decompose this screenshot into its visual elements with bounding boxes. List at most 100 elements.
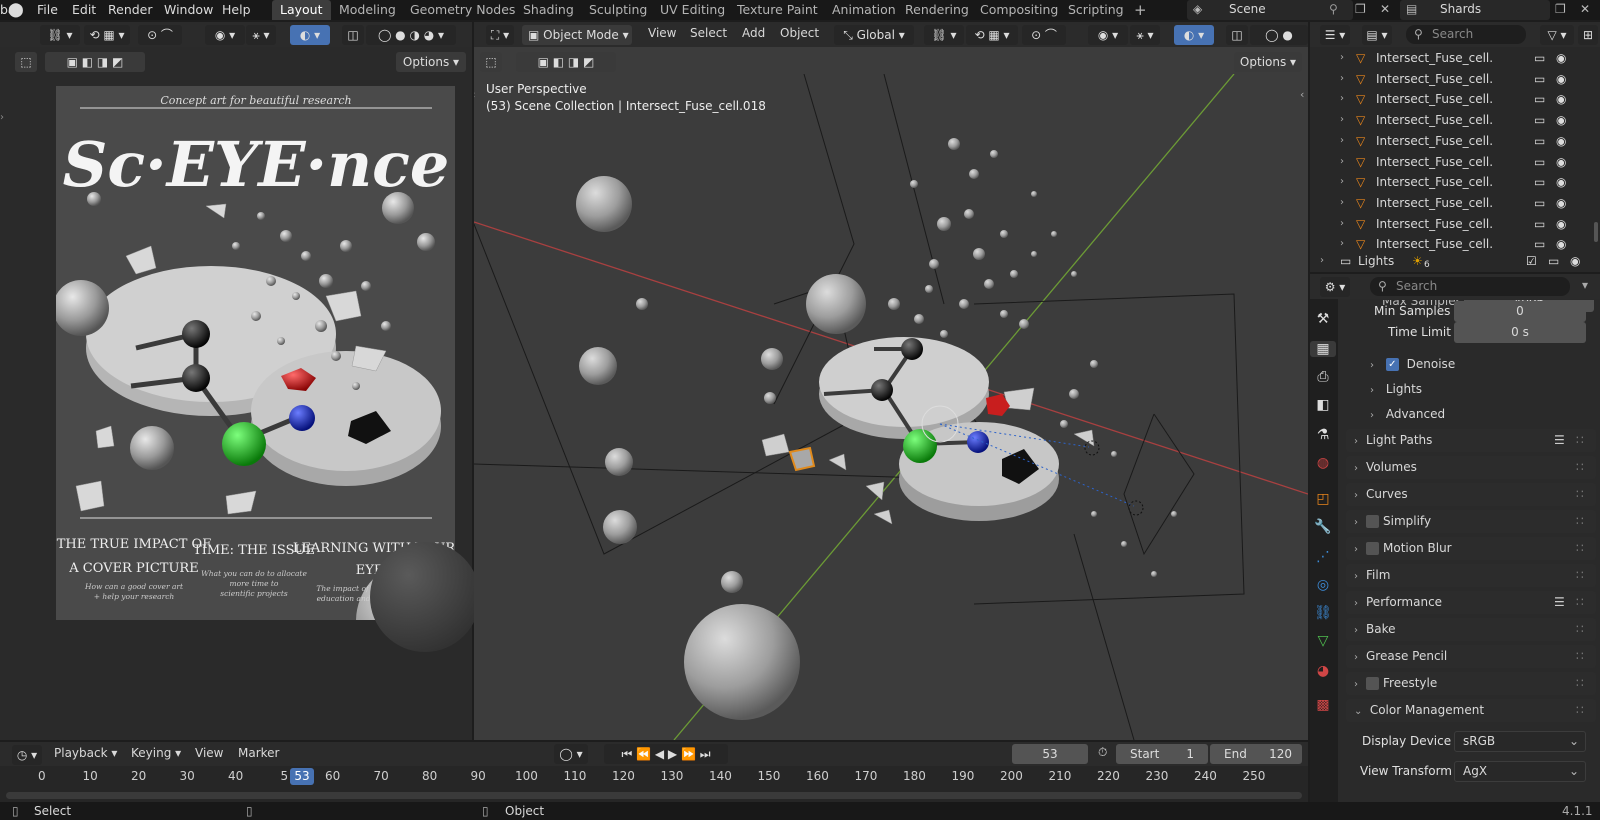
monitor-icon[interactable]: ▭ xyxy=(1548,251,1559,271)
particles-tab-icon[interactable]: ⋰ xyxy=(1310,549,1336,565)
menu-window[interactable]: Window xyxy=(164,2,213,18)
timeline-editor-type-icon[interactable]: ◷ ▾ xyxy=(12,745,42,765)
monitor-icon[interactable]: ▭ xyxy=(1534,214,1545,234)
timeline-menu-keying[interactable]: Keying ▾ xyxy=(131,746,181,760)
drag-handle-icon[interactable]: ∷ xyxy=(1576,645,1584,668)
camera-icon[interactable]: ◉ xyxy=(1556,172,1566,192)
camera-icon[interactable]: ◉ xyxy=(1556,214,1566,234)
view-layer-selector[interactable]: ▤ Shards xyxy=(1400,0,1550,20)
outliner-row[interactable]: › ▽ Intersect_Fuse_cell. ▭ ◉ xyxy=(1312,131,1598,151)
playback-controls-icons[interactable]: ⏮ ⏪ ◀ ▶ ⏩ ⏭ xyxy=(604,744,728,764)
tab-compositing[interactable]: Compositing xyxy=(980,0,1058,20)
view-layer-tab-icon[interactable]: ◧ xyxy=(1310,397,1336,413)
panel-expand-icon[interactable]: › xyxy=(1354,484,1366,507)
snap-toggle-icon[interactable]: ⟲ ▦ ▾ xyxy=(966,25,1018,45)
simplify-panel[interactable]: › Simplify ∷ xyxy=(1346,510,1596,533)
tab-sculpting[interactable]: Sculpting xyxy=(589,0,647,20)
playhead[interactable]: 53 xyxy=(290,768,314,785)
timeline-menu-playback[interactable]: Playback ▾ xyxy=(54,746,117,760)
expand-arrow-icon[interactable]: › xyxy=(1320,251,1324,271)
monitor-icon[interactable]: ▭ xyxy=(1534,152,1545,172)
display-device-select[interactable]: sRGB ⌄ xyxy=(1454,731,1586,752)
collapse-left-icon[interactable]: › xyxy=(0,112,4,123)
outliner-row[interactable]: › ▽ Intersect_Fuse_cell. ▭ ◉ xyxy=(1312,48,1598,68)
viewport-gizmo-icon[interactable]: ⚹ ▾ xyxy=(1130,25,1160,45)
viewport-menu-view[interactable]: View xyxy=(648,26,676,40)
advanced-expand-icon[interactable]: › xyxy=(1370,406,1382,426)
viewport-options-button[interactable]: Options ▾ xyxy=(1234,52,1302,72)
timeline-scrollbar[interactable] xyxy=(6,792,1302,799)
viewport-menu-add[interactable]: Add xyxy=(742,26,765,40)
output-tab-icon[interactable]: ⎙ xyxy=(1310,369,1336,385)
visibility-icon[interactable]: ◉ ▾ xyxy=(205,25,245,45)
modifier-tab-icon[interactable]: 🔧 xyxy=(1310,519,1336,535)
drag-handle-icon[interactable]: ∷ xyxy=(1576,483,1584,506)
drag-handle-icon[interactable]: ∷ xyxy=(1576,591,1584,614)
select-tool-icon[interactable]: ⬚ xyxy=(15,52,37,72)
drag-handle-icon[interactable]: ∷ xyxy=(1576,510,1584,533)
monitor-icon[interactable]: ▭ xyxy=(1534,172,1545,192)
new-scene-icon[interactable]: ❐ xyxy=(1355,2,1366,16)
panel-expand-icon[interactable]: › xyxy=(1354,592,1366,615)
camera-icon[interactable]: ◉ xyxy=(1556,48,1566,68)
toggle-xray-icon[interactable]: ◫ xyxy=(1226,25,1248,45)
expand-arrow-icon[interactable]: › xyxy=(1340,172,1344,192)
panel-expand-icon[interactable]: › xyxy=(1354,430,1366,453)
outliner-editor-type-icon[interactable]: ☰ ▾ xyxy=(1320,25,1350,45)
add-workspace-button[interactable]: + xyxy=(1134,0,1147,20)
advanced-subpanel[interactable]: › Advanced xyxy=(1370,404,1570,424)
drag-handle-icon[interactable]: ∷ xyxy=(1576,429,1584,452)
editor-type-icon[interactable]: ⛶ ▾ xyxy=(486,25,514,45)
pivot-icon[interactable]: ⊙ ⌒ xyxy=(138,25,182,45)
motion-blur-panel[interactable]: › Motion Blur ∷ xyxy=(1346,537,1596,560)
view-transform-select[interactable]: AgX ⌄ xyxy=(1454,761,1586,782)
monitor-icon[interactable]: ▭ xyxy=(1534,193,1545,213)
display-mode-icon[interactable]: ▤ ▾ xyxy=(1362,25,1392,45)
drag-handle-icon[interactable]: ∷ xyxy=(1576,618,1584,641)
expand-arrow-icon[interactable]: › xyxy=(1340,69,1344,89)
outliner-row[interactable]: › ▽ Intersect_Fuse_cell. ▭ ◉ xyxy=(1312,89,1598,109)
monitor-icon[interactable]: ▭ xyxy=(1534,110,1545,130)
camera-icon[interactable]: ◉ xyxy=(1556,193,1566,213)
render-tab-icon[interactable]: ▦ xyxy=(1310,341,1336,357)
panel-expand-icon[interactable]: › xyxy=(1354,619,1366,642)
gizmo-icon[interactable]: ⚹ ▾ xyxy=(246,25,276,45)
start-frame-field[interactable]: Start 1 xyxy=(1116,744,1208,764)
object-visibility-icon[interactable]: ◉ ▾ xyxy=(1088,25,1128,45)
scene-selector[interactable]: ◈ Scene ⚲ xyxy=(1187,0,1353,20)
menu-render[interactable]: Render xyxy=(108,2,153,18)
panel-expand-icon[interactable]: › xyxy=(1354,538,1366,561)
tab-scripting[interactable]: Scripting xyxy=(1068,0,1124,20)
xray-icon[interactable]: ◫ xyxy=(342,25,364,45)
panel-expand-icon[interactable]: › xyxy=(1354,673,1366,696)
denoise-checkbox[interactable]: ✓ xyxy=(1385,358,1399,371)
proportional-icon[interactable]: ⟲ ▦ ▾ xyxy=(84,25,130,45)
physics-tab-icon[interactable]: ◎ xyxy=(1310,577,1336,593)
lights-expand-icon[interactable]: › xyxy=(1370,381,1382,401)
expand-arrow-icon[interactable]: › xyxy=(1340,131,1344,151)
scene-tab-icon[interactable]: ⚗ xyxy=(1310,427,1336,443)
curves-panel[interactable]: › Curves ∷ xyxy=(1346,483,1596,506)
menu-help[interactable]: Help xyxy=(222,2,251,18)
tab-layout[interactable]: Layout xyxy=(272,0,331,20)
outliner-scrollbar[interactable] xyxy=(1594,222,1598,242)
panel-expand-icon[interactable]: › xyxy=(1354,457,1366,480)
denoise-row[interactable]: › ✓ Denoise xyxy=(1370,354,1570,374)
viewport-menu-select[interactable]: Select xyxy=(690,26,727,40)
performance-panel[interactable]: › Performance ☰ ∷ xyxy=(1346,591,1596,614)
bake-panel[interactable]: › Bake ∷ xyxy=(1346,618,1596,641)
overlay-icon[interactable]: ◐ ▾ xyxy=(290,25,330,45)
tab-rendering[interactable]: Rendering xyxy=(905,0,969,20)
expand-arrow-icon[interactable]: › xyxy=(1340,110,1344,130)
viewport-select-mode-icons[interactable]: ▣ ◧ ◨ ◩ xyxy=(516,52,616,72)
left-options-button[interactable]: Options ▾ xyxy=(396,52,466,72)
expand-arrow-icon[interactable]: › xyxy=(1340,89,1344,109)
filter-icon[interactable]: ▽ ▾ xyxy=(1540,25,1574,45)
panel-expand-icon[interactable]: › xyxy=(1354,511,1366,534)
drag-handle-icon[interactable]: ∷ xyxy=(1576,537,1584,560)
denoise-expand-icon[interactable]: › xyxy=(1370,356,1382,376)
tab-shading[interactable]: Shading xyxy=(523,0,574,20)
timeline-menu-view[interactable]: View xyxy=(195,746,223,760)
volumes-panel[interactable]: › Volumes ∷ xyxy=(1346,456,1596,479)
properties-options-icon[interactable]: ▾ xyxy=(1582,278,1588,292)
